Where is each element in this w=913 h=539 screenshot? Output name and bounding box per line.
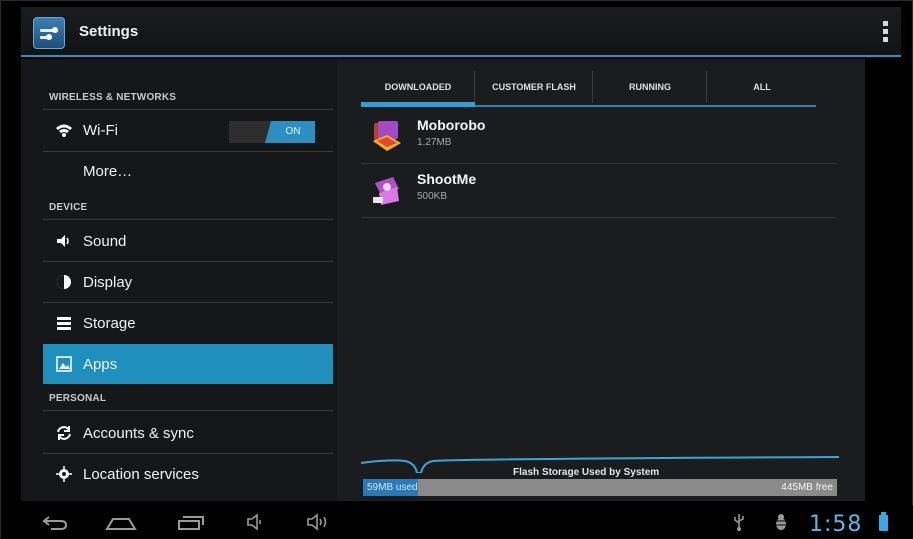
- settings-item-display[interactable]: Display: [43, 263, 333, 301]
- divider: [43, 151, 333, 152]
- storage-free-text: 445MB free: [781, 482, 833, 493]
- settings-app-icon[interactable]: [33, 17, 65, 49]
- settings-item-storage[interactable]: Storage: [43, 304, 333, 342]
- tab-running[interactable]: RUNNING: [593, 71, 707, 103]
- tab-active-indicator: [361, 102, 475, 107]
- tab-customer-flash[interactable]: CUSTOMER FLASH: [475, 71, 593, 103]
- settings-item-label: Accounts & sync: [83, 425, 194, 442]
- section-header-personal: PERSONAL: [49, 393, 107, 404]
- apps-icon: [55, 355, 73, 373]
- section-header-device: DEVICE: [49, 202, 88, 213]
- home-icon[interactable]: [105, 513, 137, 531]
- divider: [43, 453, 333, 454]
- clock: 1:58: [809, 512, 863, 537]
- wifi-toggle[interactable]: ON: [229, 121, 315, 143]
- app-list-item-shootme[interactable]: ShootMe 500KB: [361, 165, 837, 217]
- settings-item-label: More…: [83, 163, 133, 180]
- sync-icon: [55, 424, 73, 442]
- toggle-on-label: ON: [265, 121, 315, 143]
- usb-icon: [733, 513, 745, 531]
- action-bar: Settings: [21, 7, 901, 57]
- settings-item-label: Storage: [83, 315, 136, 332]
- wifi-icon: [55, 121, 73, 139]
- debug-icon: [773, 513, 789, 531]
- tab-downloaded[interactable]: DOWNLOADED: [361, 71, 475, 103]
- app-name: ShootMe: [417, 171, 477, 187]
- volume-down-icon[interactable]: [245, 513, 267, 531]
- overflow-menu-icon[interactable]: [883, 21, 889, 43]
- app-size: 500KB: [417, 191, 448, 202]
- speaker-icon: [55, 232, 73, 250]
- volume-up-icon[interactable]: [305, 513, 333, 531]
- navigation-bar: 1:58: [1, 505, 913, 539]
- storage-bar: 59MB used 445MB free: [363, 479, 837, 496]
- battery-icon: [879, 512, 888, 531]
- moborobo-app-icon: [371, 119, 403, 153]
- app-size: 1.27MB: [417, 137, 452, 148]
- page-title: Settings: [79, 23, 139, 40]
- divider: [43, 109, 333, 110]
- app-name: Moborobo: [417, 117, 486, 133]
- divider: [43, 261, 333, 262]
- app-list-item-moborobo[interactable]: Moborobo 1.27MB: [361, 111, 837, 163]
- tab-all[interactable]: ALL: [707, 71, 817, 103]
- settings-item-accounts[interactable]: Accounts & sync: [43, 414, 333, 452]
- tablet-screen: Settings WIRELESS & NETWORKS Wi-Fi ON Mo…: [0, 0, 913, 539]
- settings-item-label: Sound: [83, 233, 127, 250]
- brightness-icon: [55, 273, 73, 291]
- recent-apps-icon[interactable]: [175, 513, 205, 531]
- settings-item-more[interactable]: More…: [43, 153, 333, 191]
- divider: [43, 219, 333, 220]
- settings-item-location[interactable]: Location services: [43, 455, 333, 493]
- divider: [43, 410, 333, 411]
- storage-icon: [55, 314, 73, 332]
- settings-item-label: Wi-Fi: [83, 122, 118, 139]
- location-icon: [55, 465, 73, 483]
- settings-item-label: Location services: [83, 466, 199, 483]
- storage-label: Flash Storage Used by System: [513, 467, 660, 478]
- settings-item-sound[interactable]: Sound: [43, 222, 333, 260]
- section-header-wireless: WIRELESS & NETWORKS: [49, 92, 177, 103]
- settings-item-apps[interactable]: Apps: [43, 344, 333, 384]
- settings-item-label: Apps: [83, 356, 118, 373]
- storage-used-text: 59MB used: [367, 482, 418, 493]
- divider: [43, 302, 333, 303]
- divider: [361, 217, 837, 218]
- shootme-app-icon: [371, 173, 403, 207]
- settings-item-label: Display: [83, 274, 133, 291]
- divider: [361, 163, 837, 164]
- back-icon[interactable]: [41, 513, 69, 531]
